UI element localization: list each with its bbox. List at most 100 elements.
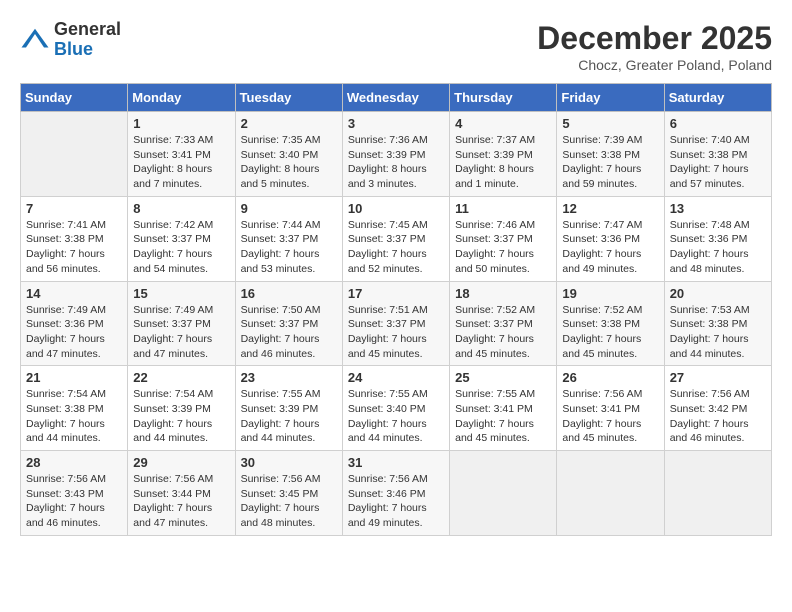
day-number: 17: [348, 286, 444, 301]
day-info: Sunrise: 7:56 AMSunset: 3:43 PMDaylight:…: [26, 472, 122, 531]
day-number: 6: [670, 116, 766, 131]
calendar-cell: 5 Sunrise: 7:39 AMSunset: 3:38 PMDaylight…: [557, 112, 664, 197]
calendar-cell: 18 Sunrise: 7:52 AMSunset: 3:37 PMDayligh…: [450, 281, 557, 366]
day-info: Sunrise: 7:55 AMSunset: 3:40 PMDaylight:…: [348, 387, 444, 446]
day-info: Sunrise: 7:42 AMSunset: 3:37 PMDaylight:…: [133, 218, 229, 277]
day-info: Sunrise: 7:33 AMSunset: 3:41 PMDaylight:…: [133, 133, 229, 192]
calendar-cell: 22 Sunrise: 7:54 AMSunset: 3:39 PMDayligh…: [128, 366, 235, 451]
calendar-cell: 30Sunrise: 7:56 AMSunset: 3:45 PMDayligh…: [235, 451, 342, 536]
calendar-cell: 3 Sunrise: 7:36 AMSunset: 3:39 PMDaylight…: [342, 112, 449, 197]
day-info: Sunrise: 7:47 AMSunset: 3:36 PMDaylight:…: [562, 218, 658, 277]
calendar-cell: 15 Sunrise: 7:49 AMSunset: 3:37 PMDayligh…: [128, 281, 235, 366]
day-number: 2: [241, 116, 337, 131]
day-number: 20: [670, 286, 766, 301]
day-number: 9: [241, 201, 337, 216]
day-number: 21: [26, 370, 122, 385]
calendar-cell: 24 Sunrise: 7:55 AMSunset: 3:40 PMDayligh…: [342, 366, 449, 451]
day-info: Sunrise: 7:56 AMSunset: 3:44 PMDaylight:…: [133, 472, 229, 531]
day-info: Sunrise: 7:44 AMSunset: 3:37 PMDaylight:…: [241, 218, 337, 277]
calendar-cell: 7 Sunrise: 7:41 AMSunset: 3:38 PMDaylight…: [21, 196, 128, 281]
day-info: Sunrise: 7:45 AMSunset: 3:37 PMDaylight:…: [348, 218, 444, 277]
day-info: Sunrise: 7:39 AMSunset: 3:38 PMDaylight:…: [562, 133, 658, 192]
day-number: 12: [562, 201, 658, 216]
logo-general-text: General: [54, 20, 121, 40]
day-info: Sunrise: 7:50 AMSunset: 3:37 PMDaylight:…: [241, 303, 337, 362]
calendar-cell: 23Sunrise: 7:55 AMSunset: 3:39 PMDayligh…: [235, 366, 342, 451]
calendar-header-row: SundayMondayTuesdayWednesdayThursdayFrid…: [21, 84, 772, 112]
calendar-week-row: 14Sunrise: 7:49 AMSunset: 3:36 PMDayligh…: [21, 281, 772, 366]
calendar-header-monday: Monday: [128, 84, 235, 112]
day-number: 28: [26, 455, 122, 470]
day-info: Sunrise: 7:52 AMSunset: 3:37 PMDaylight:…: [455, 303, 551, 362]
day-number: 29: [133, 455, 229, 470]
calendar-header-thursday: Thursday: [450, 84, 557, 112]
calendar-table: SundayMondayTuesdayWednesdayThursdayFrid…: [20, 83, 772, 536]
calendar-cell: 10 Sunrise: 7:45 AMSunset: 3:37 PMDayligh…: [342, 196, 449, 281]
day-number: 18: [455, 286, 551, 301]
calendar-cell: 25 Sunrise: 7:55 AMSunset: 3:41 PMDayligh…: [450, 366, 557, 451]
day-info: Sunrise: 7:40 AMSunset: 3:38 PMDaylight:…: [670, 133, 766, 192]
day-number: 8: [133, 201, 229, 216]
day-info: Sunrise: 7:56 AMSunset: 3:45 PMDaylight:…: [241, 472, 337, 531]
day-number: 5: [562, 116, 658, 131]
calendar-cell: 19 Sunrise: 7:52 AMSunset: 3:38 PMDayligh…: [557, 281, 664, 366]
title-block: December 2025 Chocz, Greater Poland, Pol…: [537, 20, 772, 73]
calendar-week-row: 7 Sunrise: 7:41 AMSunset: 3:38 PMDaylight…: [21, 196, 772, 281]
day-number: 15: [133, 286, 229, 301]
calendar-week-row: 1 Sunrise: 7:33 AMSunset: 3:41 PMDaylight…: [21, 112, 772, 197]
day-number: 13: [670, 201, 766, 216]
logo: General Blue: [20, 20, 121, 60]
calendar-cell: 20Sunrise: 7:53 AMSunset: 3:38 PMDayligh…: [664, 281, 771, 366]
calendar-cell: 1 Sunrise: 7:33 AMSunset: 3:41 PMDaylight…: [128, 112, 235, 197]
calendar-cell: 16 Sunrise: 7:50 AMSunset: 3:37 PMDayligh…: [235, 281, 342, 366]
calendar-header-wednesday: Wednesday: [342, 84, 449, 112]
calendar-cell: 17Sunrise: 7:51 AMSunset: 3:37 PMDayligh…: [342, 281, 449, 366]
day-number: 1: [133, 116, 229, 131]
day-info: Sunrise: 7:52 AMSunset: 3:38 PMDaylight:…: [562, 303, 658, 362]
calendar-header-sunday: Sunday: [21, 84, 128, 112]
calendar-cell: 21Sunrise: 7:54 AMSunset: 3:38 PMDayligh…: [21, 366, 128, 451]
logo-blue-text: Blue: [54, 40, 121, 60]
calendar-cell: 28 Sunrise: 7:56 AMSunset: 3:43 PMDayligh…: [21, 451, 128, 536]
calendar-header-tuesday: Tuesday: [235, 84, 342, 112]
calendar-cell: 11Sunrise: 7:46 AMSunset: 3:37 PMDayligh…: [450, 196, 557, 281]
day-info: Sunrise: 7:54 AMSunset: 3:39 PMDaylight:…: [133, 387, 229, 446]
day-number: 3: [348, 116, 444, 131]
day-info: Sunrise: 7:41 AMSunset: 3:38 PMDaylight:…: [26, 218, 122, 277]
logo-icon: [20, 25, 50, 55]
day-info: Sunrise: 7:37 AMSunset: 3:39 PMDaylight:…: [455, 133, 551, 192]
day-number: 24: [348, 370, 444, 385]
calendar-cell: 14Sunrise: 7:49 AMSunset: 3:36 PMDayligh…: [21, 281, 128, 366]
day-number: 27: [670, 370, 766, 385]
calendar-cell: 9 Sunrise: 7:44 AMSunset: 3:37 PMDaylight…: [235, 196, 342, 281]
day-number: 31: [348, 455, 444, 470]
month-title: December 2025: [537, 20, 772, 57]
calendar-header-friday: Friday: [557, 84, 664, 112]
calendar-cell: 29 Sunrise: 7:56 AMSunset: 3:44 PMDayligh…: [128, 451, 235, 536]
day-number: 19: [562, 286, 658, 301]
calendar-cell: 4 Sunrise: 7:37 AMSunset: 3:39 PMDaylight…: [450, 112, 557, 197]
day-info: Sunrise: 7:56 AMSunset: 3:41 PMDaylight:…: [562, 387, 658, 446]
day-info: Sunrise: 7:49 AMSunset: 3:37 PMDaylight:…: [133, 303, 229, 362]
calendar-cell: 13 Sunrise: 7:48 AMSunset: 3:36 PMDayligh…: [664, 196, 771, 281]
day-number: 22: [133, 370, 229, 385]
day-number: 7: [26, 201, 122, 216]
calendar-cell: 2Sunrise: 7:35 AMSunset: 3:40 PMDaylight…: [235, 112, 342, 197]
calendar-header-saturday: Saturday: [664, 84, 771, 112]
calendar-cell: [664, 451, 771, 536]
calendar-cell: [557, 451, 664, 536]
day-number: 25: [455, 370, 551, 385]
day-number: 26: [562, 370, 658, 385]
calendar-cell: 8 Sunrise: 7:42 AMSunset: 3:37 PMDaylight…: [128, 196, 235, 281]
day-info: Sunrise: 7:36 AMSunset: 3:39 PMDaylight:…: [348, 133, 444, 192]
day-number: 10: [348, 201, 444, 216]
day-info: Sunrise: 7:56 AMSunset: 3:42 PMDaylight:…: [670, 387, 766, 446]
day-info: Sunrise: 7:48 AMSunset: 3:36 PMDaylight:…: [670, 218, 766, 277]
day-number: 4: [455, 116, 551, 131]
calendar-cell: [450, 451, 557, 536]
calendar-cell: 12 Sunrise: 7:47 AMSunset: 3:36 PMDayligh…: [557, 196, 664, 281]
day-number: 11: [455, 201, 551, 216]
calendar-cell: 31Sunrise: 7:56 AMSunset: 3:46 PMDayligh…: [342, 451, 449, 536]
day-number: 16: [241, 286, 337, 301]
day-info: Sunrise: 7:55 AMSunset: 3:41 PMDaylight:…: [455, 387, 551, 446]
